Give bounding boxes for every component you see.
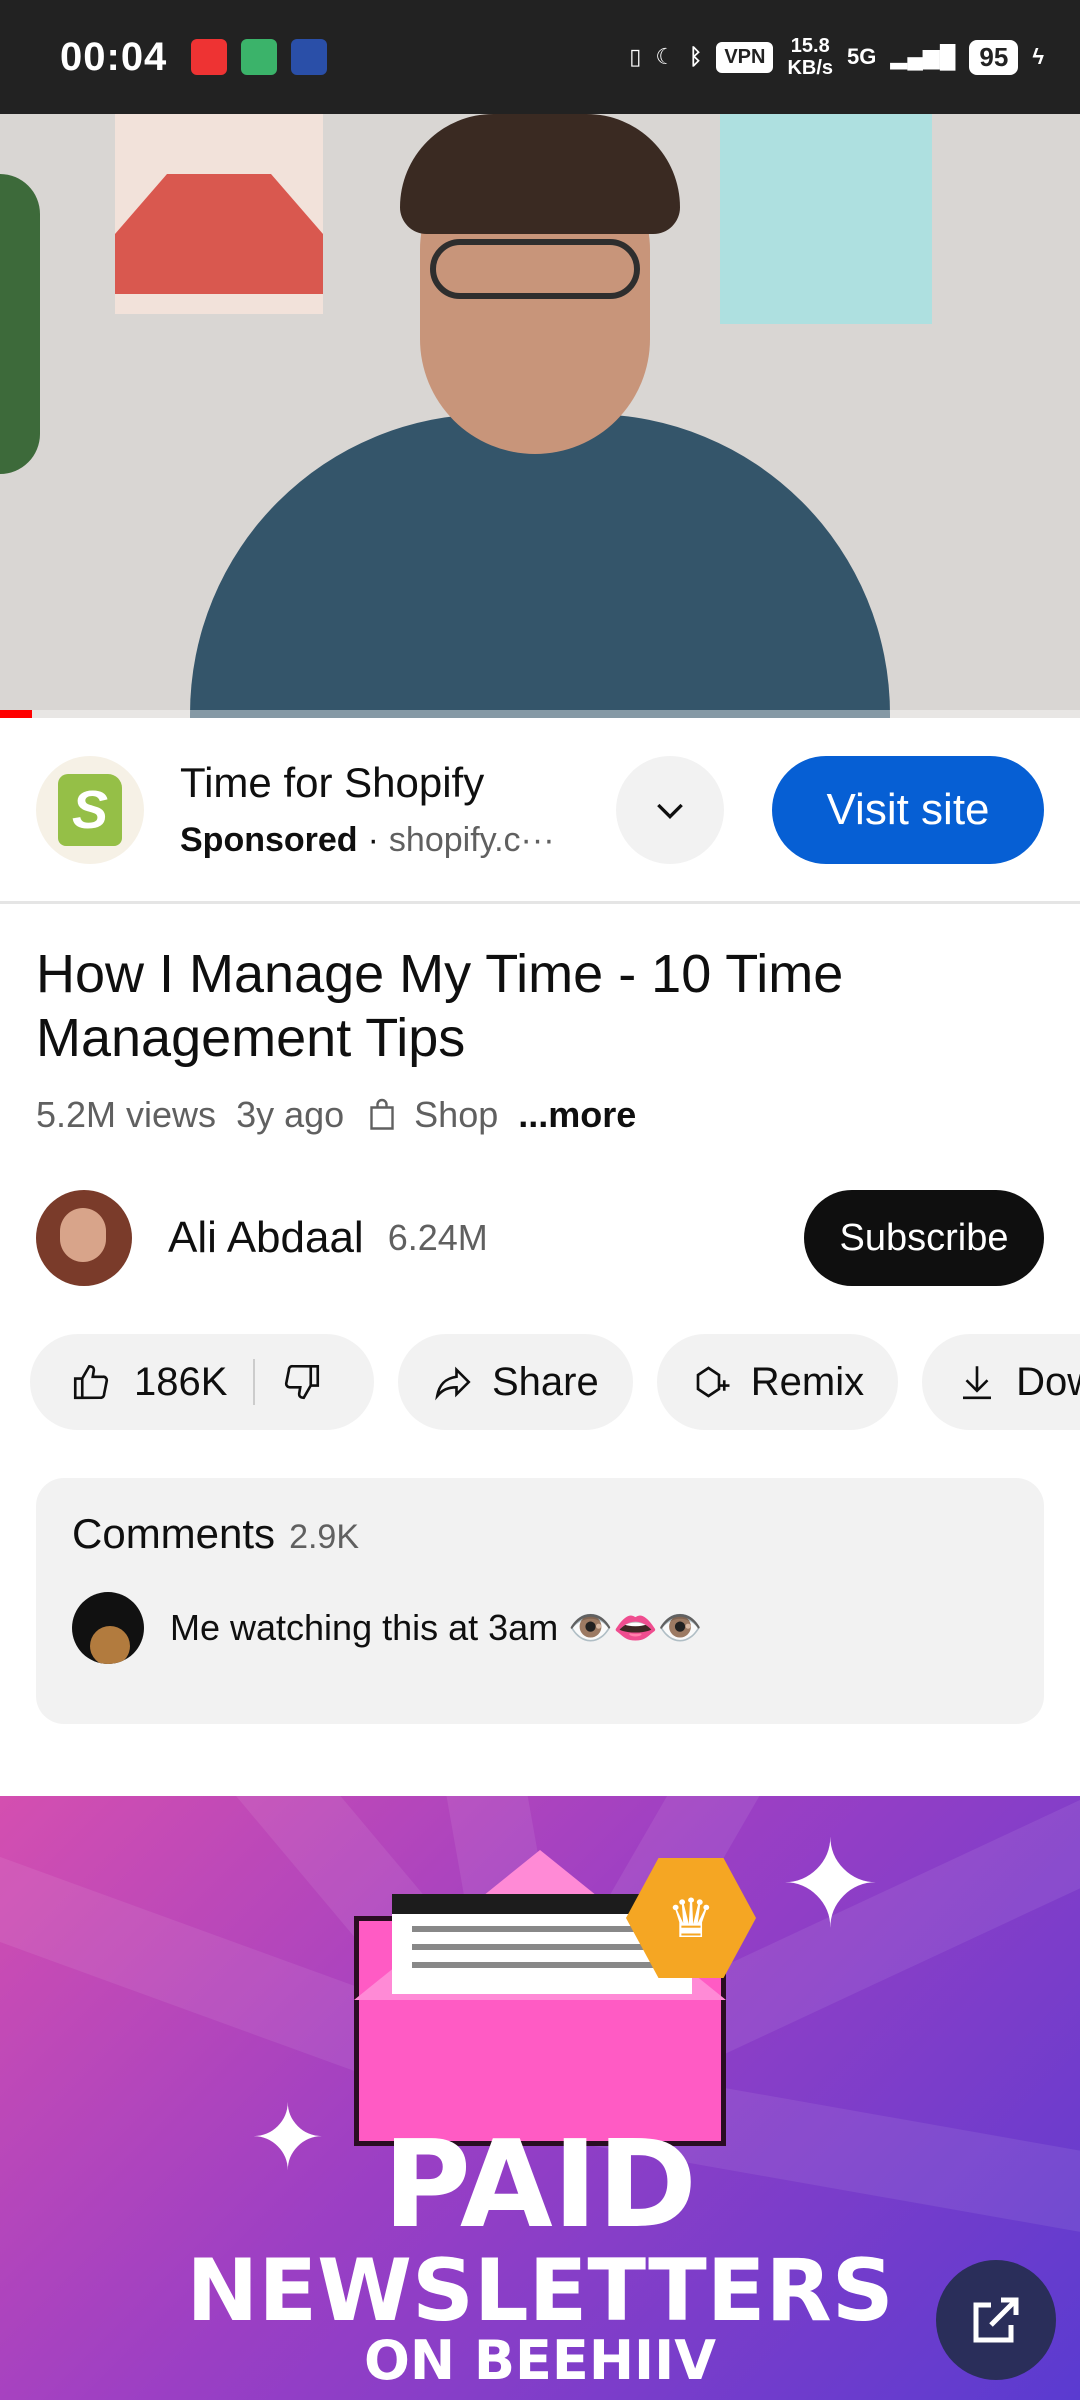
like-button[interactable]: 186K <box>70 1360 227 1405</box>
remix-icon <box>696 1366 730 1398</box>
action-bar: 186K Share Remix Dow <box>30 1334 1080 1430</box>
network-type: 5G <box>847 44 877 69</box>
wall-poster <box>720 114 932 324</box>
channel-name[interactable]: Ali Abdaal <box>168 1213 364 1263</box>
shop-label: Shop <box>414 1094 499 1135</box>
shopify-logo: S <box>36 755 144 864</box>
ad-expand-button[interactable] <box>616 755 724 864</box>
moon-icon: ☾ <box>655 44 676 69</box>
plant <box>0 174 40 474</box>
commenter-avatar <box>72 1592 144 1664</box>
separator: · <box>367 821 379 859</box>
wall-poster <box>115 114 323 314</box>
video-progress-bar[interactable] <box>0 710 1080 718</box>
comments-label: Comments <box>72 1510 276 1557</box>
status-right: ▯ ☾ ᛒ VPN 15.8 KB/s 5G ▂▄▆█ 95 ϟ <box>629 35 1044 79</box>
speed-unit: KB/s <box>787 57 834 79</box>
external-link-icon <box>973 2297 1019 2343</box>
speed-value: 15.8 <box>790 35 830 57</box>
person-hoodie <box>190 414 890 718</box>
notification-app-icon <box>291 39 328 75</box>
download-button[interactable]: Dow <box>922 1334 1080 1430</box>
subscribe-button[interactable]: Subscribe <box>804 1190 1044 1286</box>
video-player[interactable] <box>0 114 1080 718</box>
comments-header: Comments 2.9K <box>72 1510 1008 1558</box>
video-meta[interactable]: 5.2M views 3y ago Shop ...more <box>36 1094 636 1136</box>
visit-site-button[interactable]: Visit site <box>772 755 1044 864</box>
battery-level: 95 <box>969 39 1019 75</box>
like-icon <box>73 1364 109 1400</box>
like-dislike-pill: 186K <box>30 1334 374 1430</box>
ad-text[interactable]: Time for Shopify Sponsored · shopify.c··… <box>180 759 616 860</box>
top-comment[interactable]: Me watching this at 3am 👁️👄👁️ <box>72 1592 1008 1664</box>
signal-icon: ▂▄▆█ <box>890 44 956 69</box>
video-title[interactable]: How I Manage My Time - 10 Time Managemen… <box>36 942 1036 1070</box>
download-icon <box>963 1366 992 1400</box>
top-comment-text: Me watching this at 3am 👁️👄👁️ <box>170 1607 703 1648</box>
shop-link[interactable]: Shop <box>364 1094 498 1136</box>
sponsored-ad[interactable]: S Time for Shopify Sponsored · shopify.c… <box>0 718 1080 904</box>
beehiiv-banner[interactable]: ♛ ✦ ✦ PAID NEWSLETTERS ON BEEHIIV <box>0 1796 1080 2400</box>
comments-count: 2.9K <box>289 1518 360 1556</box>
remix-label: Remix <box>750 1359 865 1404</box>
status-time: 00:04 <box>60 34 168 79</box>
person-glasses <box>430 239 640 299</box>
dislike-icon[interactable] <box>281 1361 323 1403</box>
vibrate-icon: ▯ <box>629 44 642 69</box>
more-link[interactable]: ...more <box>518 1094 636 1136</box>
like-divider <box>253 1359 256 1405</box>
chevron-down-icon <box>657 803 683 819</box>
network-speed: 15.8 KB/s <box>787 35 833 79</box>
subscriber-count: 6.24M <box>387 1217 488 1258</box>
share-label: Share <box>492 1359 599 1404</box>
upload-age: 3y ago <box>236 1094 345 1135</box>
video-progress-fill <box>0 710 33 718</box>
like-count: 186K <box>134 1359 228 1404</box>
remix-button[interactable]: Remix <box>656 1334 899 1430</box>
channel-row[interactable]: Ali Abdaal 6.24M Subscribe <box>36 1188 1044 1288</box>
ad-subtitle: Sponsored · shopify.c··· <box>180 821 616 860</box>
bluetooth-icon: ᛒ <box>689 44 703 69</box>
vpn-badge: VPN <box>716 41 774 73</box>
shopping-bag-icon <box>370 1098 394 1130</box>
view-count: 5.2M views <box>36 1094 217 1135</box>
notification-app-icon <box>191 39 228 75</box>
person-hair <box>400 114 680 234</box>
banner-line-1: PAID <box>382 2116 698 2255</box>
charging-icon: ϟ <box>1032 44 1044 69</box>
download-label: Dow <box>1016 1359 1080 1404</box>
notification-icons <box>191 39 328 75</box>
notification-app-icon <box>241 39 278 75</box>
open-external-button[interactable] <box>936 2260 1056 2380</box>
ad-title: Time for Shopify <box>180 759 485 806</box>
ad-domain: shopify.c··· <box>388 821 555 859</box>
comments-section[interactable]: Comments 2.9K Me watching this at 3am 👁️… <box>36 1478 1044 1724</box>
bag-icon: S <box>58 773 122 846</box>
banner-line-3: ON BEEHIIV <box>363 2329 716 2392</box>
sponsored-label: Sponsored <box>180 821 358 859</box>
share-icon <box>435 1366 471 1401</box>
banner-line-2: NEWSLETTERS <box>186 2241 894 2341</box>
channel-avatar[interactable] <box>36 1190 132 1286</box>
status-bar: 00:04 ▯ ☾ ᛒ VPN 15.8 KB/s 5G ▂▄▆█ 95 ϟ <box>0 0 1080 114</box>
sparkle-icon: ✦ <box>780 1818 881 1952</box>
share-button[interactable]: Share <box>398 1334 633 1430</box>
